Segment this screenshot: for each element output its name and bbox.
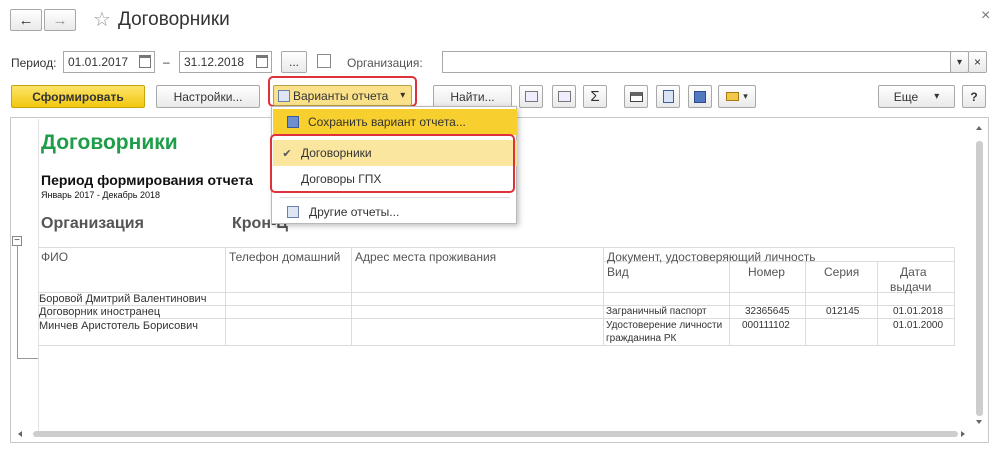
col-header-kind: Вид [607,265,629,279]
org-heading-label: Организация [41,215,144,232]
forward-button[interactable]: → [44,9,76,31]
save-variant-label: Сохранить вариант отчета... [308,115,466,129]
envelope-icon [726,92,740,101]
print-icon [629,91,643,102]
row-doc-date: 01.01.2018 [893,306,944,317]
close-icon[interactable]: × [981,7,990,25]
find-next-icon [524,91,538,102]
collapse-group-button[interactable]: − [12,236,22,246]
save-icon [694,90,706,103]
table-line [729,261,730,345]
sum-button[interactable]: Σ [583,85,607,108]
col-header-series: Серия [824,265,860,279]
col-header-address: Адрес места проживания [355,250,497,264]
period-heading: Период формирования отчета [41,172,253,188]
print-button[interactable] [624,85,648,108]
date-from-value: 01.01.2017 [68,55,129,69]
calendar-icon[interactable] [139,55,151,68]
date-to-value: 31.12.2018 [184,55,245,69]
search-prev-button[interactable] [552,85,576,108]
row-fio: Договорник иностранец [39,306,161,318]
scroll-left-arrow[interactable] [18,431,22,437]
org-checkbox[interactable] [317,54,331,68]
table-line [225,247,226,345]
window-title: Договорники [118,9,230,30]
scroll-right-arrow[interactable] [961,431,965,437]
other-reports-label: Другие отчеты... [309,205,400,219]
more-button[interactable]: Еще ▾ [878,85,955,108]
row-doc-number: 000111102 [742,320,790,331]
col-header-date: Дата [900,265,927,279]
chevron-down-icon: ▾ [934,91,940,102]
row-doc-kind: Заграничный паспорт [606,306,707,317]
org-clear-button[interactable]: × [968,51,987,73]
send-email-button[interactable]: ▾ [718,85,756,108]
row-doc-kind: Удостоверение личности [606,320,723,331]
row-doc-date: 01.01.2000 [893,320,944,331]
search-next-button[interactable] [519,85,543,108]
table-line [603,247,604,345]
other-reports-icon [287,206,299,218]
col-header-number: Номер [748,265,785,279]
save-button[interactable] [688,85,712,108]
favorite-star-icon[interactable]: ☆ [93,7,111,32]
preview-button[interactable] [656,85,680,108]
vertical-scrollbar[interactable] [972,119,986,430]
help-button[interactable]: ? [962,85,986,108]
find-button[interactable]: Найти... [433,85,512,108]
period-value: Январь 2017 - Декабрь 2018 [41,190,160,200]
period-label: Период: [11,56,57,70]
calendar-icon[interactable] [256,55,268,68]
menu-separator [280,197,510,198]
report-title: Договорники [41,131,178,154]
scroll-thumb-horizontal[interactable] [33,431,958,437]
table-line [38,247,955,248]
date-to-field[interactable]: 31.12.2018 [179,51,272,73]
org-label: Организация: [347,56,423,70]
row-doc-series: 012145 [826,306,860,317]
table-line [805,261,806,345]
chevron-down-icon: ▾ [743,91,748,101]
group-bracket-bottom [17,358,38,359]
col-header-fio: ФИО [41,250,69,264]
save-variant-icon [287,116,299,128]
variants-button[interactable]: Варианты отчета ▾ [273,85,412,106]
group-bracket [17,236,18,359]
variants-label: Варианты отчета [293,88,389,103]
table-line [38,305,955,306]
variants-list-highlight [270,134,515,193]
period-dash: – [163,55,170,69]
org-field[interactable] [442,51,951,73]
period-select-button[interactable]: ... [281,51,307,73]
col-header-document: Документ, удостоверяющий личность [607,250,816,264]
chevron-down-icon: ▾ [400,90,406,101]
table-line [954,247,955,345]
other-reports-item[interactable]: Другие отчеты... [273,199,517,225]
scroll-up-arrow[interactable] [976,126,982,130]
table-line [38,318,955,319]
generate-button[interactable]: Сформировать [11,85,145,108]
row-doc-number: 32365645 [745,306,790,317]
table-line [351,247,352,345]
report-variants-icon [278,89,290,102]
find-prev-icon [557,91,571,102]
preview-icon [662,90,674,103]
horizontal-scrollbar[interactable] [12,428,970,441]
report-left-border [38,119,39,431]
col-header-date-issue: выдачи [890,280,932,294]
row-doc-kind-line2: гражданина РК [606,333,677,344]
row-fio: Минчев Аристотель Борисович [39,320,198,332]
more-label: Еще [893,89,919,104]
table-line [877,261,878,345]
row-fio: Боровой Дмитрий Валентинович [39,293,207,305]
table-line [38,345,955,346]
org-dropdown-button[interactable]: ▾ [950,51,969,73]
date-from-field[interactable]: 01.01.2017 [63,51,155,73]
save-variant-item[interactable]: Сохранить вариант отчета... [273,109,517,135]
settings-button[interactable]: Настройки... [156,85,260,108]
scroll-thumb-vertical[interactable] [976,141,983,416]
scroll-down-arrow[interactable] [976,420,982,424]
col-header-phone: Телефон домашний [229,250,341,264]
back-button[interactable]: ← [10,9,42,31]
